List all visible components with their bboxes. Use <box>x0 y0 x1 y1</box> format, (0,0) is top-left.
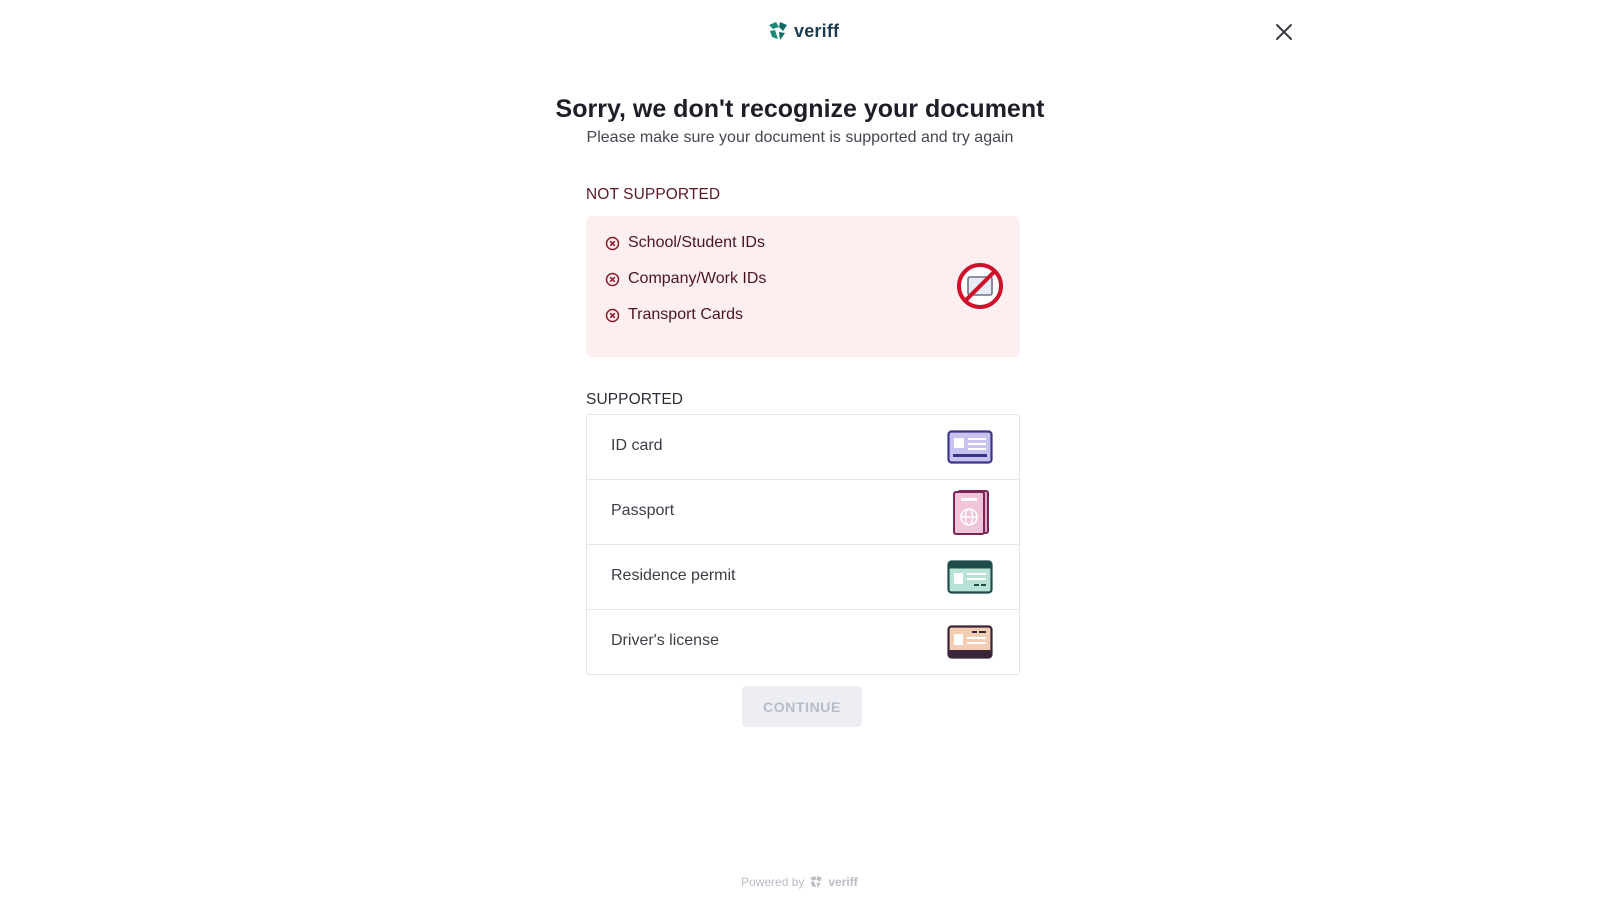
document-option-residence-permit[interactable]: Residence permit <box>587 545 1019 610</box>
not-supported-item: School/Student IDs <box>605 234 765 252</box>
document-option-label: Passport <box>611 502 675 519</box>
continue-button[interactable]: CONTINUE <box>742 686 862 727</box>
not-supported-item-label: Transport Cards <box>628 306 743 323</box>
not-supported-heading: NOT SUPPORTED <box>586 186 721 203</box>
not-supported-item-label: School/Student IDs <box>628 234 765 251</box>
veriff-footer-logo-icon <box>810 876 823 888</box>
veriff-logo: veriff <box>766 19 839 43</box>
not-supported-item-label: Company/Work IDs <box>628 270 767 287</box>
document-option-passport[interactable]: Passport <box>587 480 1019 545</box>
document-unsupported-page: veriff Sorry, we don't recognize your do… <box>0 0 1600 900</box>
close-button[interactable] <box>1272 20 1296 44</box>
document-option-label: Driver's license <box>611 632 719 649</box>
powered-by-text: Powered by <box>741 875 805 889</box>
document-option-drivers-license[interactable]: Driver's license <box>587 610 1019 674</box>
powered-by-footer: Powered by veriff <box>741 874 858 890</box>
footer-brand: veriff <box>828 875 858 889</box>
drivers-license-icon <box>947 620 993 664</box>
not-supported-box: School/Student IDs Company/Work IDs Tran… <box>586 216 1020 357</box>
page-title: Sorry, we don't recognize your document <box>555 95 1045 123</box>
document-option-label: ID card <box>611 437 663 454</box>
x-circle-icon <box>605 236 620 251</box>
close-icon <box>1276 24 1292 40</box>
logo-text: veriff <box>794 20 840 41</box>
x-circle-icon <box>605 272 620 287</box>
supported-document-list: ID card Passport Residence permit Driver… <box>586 414 1020 675</box>
residence-permit-icon <box>947 555 993 599</box>
not-supported-item: Company/Work IDs <box>605 270 766 288</box>
page-subtitle: Please make sure your document is suppor… <box>586 129 1014 146</box>
x-circle-icon <box>605 308 620 323</box>
document-option-label: Residence permit <box>611 567 736 584</box>
id-card-icon <box>947 425 993 469</box>
not-supported-item: Transport Cards <box>605 306 743 324</box>
passport-icon <box>947 490 993 535</box>
supported-heading: SUPPORTED <box>586 391 684 408</box>
prohibited-card-icon <box>956 262 1004 315</box>
veriff-logo-icon <box>769 22 787 40</box>
document-option-id-card[interactable]: ID card <box>587 415 1019 480</box>
